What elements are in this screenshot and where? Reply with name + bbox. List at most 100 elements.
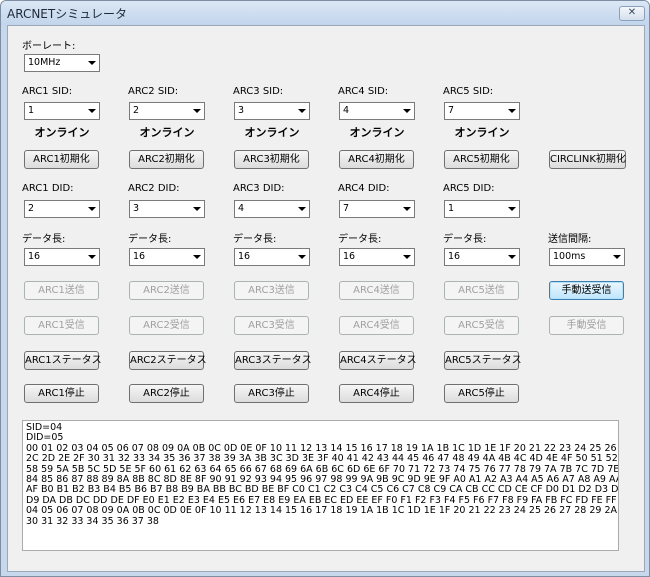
arc2-init-button[interactable]: ARC2初期化: [129, 150, 204, 169]
chevron-down-icon: [193, 255, 201, 259]
data-len-label-5: データ長:: [443, 234, 487, 245]
data-len-value-3: 16: [238, 251, 251, 262]
sid-select-3[interactable]: 3: [234, 102, 310, 120]
baud-label: ボーレート:: [22, 41, 76, 52]
sid-select-4[interactable]: 4: [339, 102, 415, 120]
did-label-5: ARC5 DID:: [443, 183, 495, 194]
arc1-status-button[interactable]: ARC1ステータス: [24, 351, 102, 370]
data-len-select-5[interactable]: 16: [444, 248, 520, 266]
did-label-1: ARC1 DID:: [22, 183, 74, 194]
status-3: オンライン: [244, 126, 300, 139]
arc3-status-button[interactable]: ARC3ステータス: [234, 351, 312, 370]
arc3-init-button[interactable]: ARC3初期化: [234, 150, 309, 169]
client-area: ボーレート: 10MHz ARC1 SID: ARC2 SID: ARC3 SI…: [7, 25, 645, 572]
status-4: オンライン: [349, 126, 405, 139]
sid-select-1[interactable]: 1: [24, 102, 100, 120]
window-title: ARCNETシミュレータ: [7, 7, 127, 21]
arc2-send-button[interactable]: ARC2送信: [129, 281, 204, 300]
arc1-send-button[interactable]: ARC1送信: [24, 281, 99, 300]
status-5: オンライン: [454, 126, 510, 139]
arc5-receive-button[interactable]: ARC5受信: [444, 316, 519, 335]
chevron-down-icon: [508, 255, 516, 259]
interval-value: 100ms: [553, 251, 586, 262]
data-len-select-4[interactable]: 16: [339, 248, 415, 266]
title-bar[interactable]: ARCNETシミュレータ ✕: [1, 1, 649, 25]
data-len-value-2: 16: [133, 251, 146, 262]
sid-value-4: 4: [343, 105, 350, 116]
close-button[interactable]: ✕: [619, 6, 645, 21]
did-value-5: 1: [448, 203, 455, 214]
chevron-down-icon: [403, 109, 411, 113]
did-select-3[interactable]: 4: [234, 200, 310, 218]
data-len-value-5: 16: [448, 251, 461, 262]
sid-select-2[interactable]: 2: [129, 102, 205, 120]
data-len-label-2: データ長:: [128, 234, 172, 245]
sid-label-4: ARC4 SID:: [338, 86, 389, 97]
main-window: ARCNETシミュレータ ✕ ボーレート: 10MHz ARC1 SID: AR…: [0, 0, 650, 577]
did-select-1[interactable]: 2: [24, 200, 100, 218]
arc5-status-button[interactable]: ARC5ステータス: [444, 351, 522, 370]
arc3-receive-button[interactable]: ARC3受信: [234, 316, 309, 335]
arc4-init-button[interactable]: ARC4初期化: [339, 150, 414, 169]
interval-label: 送信間隔:: [548, 234, 592, 245]
did-value-1: 2: [28, 203, 35, 214]
did-value-4: 7: [343, 203, 350, 214]
arc1-stop-button[interactable]: ARC1停止: [24, 384, 99, 403]
arc2-receive-button[interactable]: ARC2受信: [129, 316, 204, 335]
did-label-4: ARC4 DID:: [338, 183, 390, 194]
chevron-down-icon: [298, 255, 306, 259]
arc4-status-button[interactable]: ARC4ステータス: [339, 351, 417, 370]
arc4-send-button[interactable]: ARC4送信: [339, 281, 414, 300]
status-2: オンライン: [139, 126, 195, 139]
sid-value-5: 7: [448, 105, 455, 116]
chevron-down-icon: [508, 109, 516, 113]
circlink-init-button[interactable]: CIRCLINK初期化: [549, 150, 626, 169]
did-label-3: ARC3 DID:: [233, 183, 285, 194]
sid-label-2: ARC2 SID:: [128, 86, 179, 97]
data-len-value-1: 16: [28, 251, 41, 262]
chevron-down-icon: [298, 207, 306, 211]
manual-receive-button[interactable]: 手動受信: [549, 316, 624, 335]
data-len-value-4: 16: [343, 251, 356, 262]
arc4-receive-button[interactable]: ARC4受信: [339, 316, 414, 335]
sid-label-5: ARC5 SID:: [443, 86, 494, 97]
data-len-label-1: データ長:: [22, 234, 66, 245]
sid-select-5[interactable]: 7: [444, 102, 520, 120]
arc3-stop-button[interactable]: ARC3停止: [234, 384, 309, 403]
baud-value: 10MHz: [28, 57, 61, 68]
sid-label-1: ARC1 SID:: [22, 86, 73, 97]
did-select-5[interactable]: 1: [444, 200, 520, 218]
did-select-2[interactable]: 3: [129, 200, 205, 218]
arc1-init-button[interactable]: ARC1初期化: [24, 150, 99, 169]
data-len-select-1[interactable]: 16: [24, 248, 100, 266]
data-len-label-4: データ長:: [338, 234, 382, 245]
chevron-down-icon: [88, 207, 96, 211]
data-len-select-2[interactable]: 16: [129, 248, 205, 266]
arc4-stop-button[interactable]: ARC4停止: [339, 384, 414, 403]
did-label-2: ARC2 DID:: [128, 183, 180, 194]
chevron-down-icon: [508, 207, 516, 211]
arc5-send-button[interactable]: ARC5送信: [444, 281, 519, 300]
sid-value-3: 3: [238, 105, 245, 116]
arc5-stop-button[interactable]: ARC5停止: [444, 384, 519, 403]
sid-value-1: 1: [28, 105, 35, 116]
log-textarea[interactable]: SID=04 DID=05 00 01 02 03 04 05 06 07 08…: [22, 420, 619, 551]
data-len-select-3[interactable]: 16: [234, 248, 310, 266]
interval-select[interactable]: 100ms: [549, 248, 625, 266]
chevron-down-icon: [298, 109, 306, 113]
chevron-down-icon: [193, 109, 201, 113]
chevron-down-icon: [88, 61, 96, 65]
manual-send-receive-button[interactable]: 手動送受信: [549, 281, 624, 300]
chevron-down-icon: [403, 207, 411, 211]
arc3-send-button[interactable]: ARC3送信: [234, 281, 309, 300]
arc2-status-button[interactable]: ARC2ステータス: [129, 351, 207, 370]
sid-label-3: ARC3 SID:: [233, 86, 284, 97]
did-select-4[interactable]: 7: [339, 200, 415, 218]
chevron-down-icon: [613, 255, 621, 259]
arc1-receive-button[interactable]: ARC1受信: [24, 316, 99, 335]
arc2-stop-button[interactable]: ARC2停止: [129, 384, 204, 403]
chevron-down-icon: [88, 109, 96, 113]
chevron-down-icon: [403, 255, 411, 259]
baud-select[interactable]: 10MHz: [24, 54, 100, 72]
arc5-init-button[interactable]: ARC5初期化: [444, 150, 519, 169]
